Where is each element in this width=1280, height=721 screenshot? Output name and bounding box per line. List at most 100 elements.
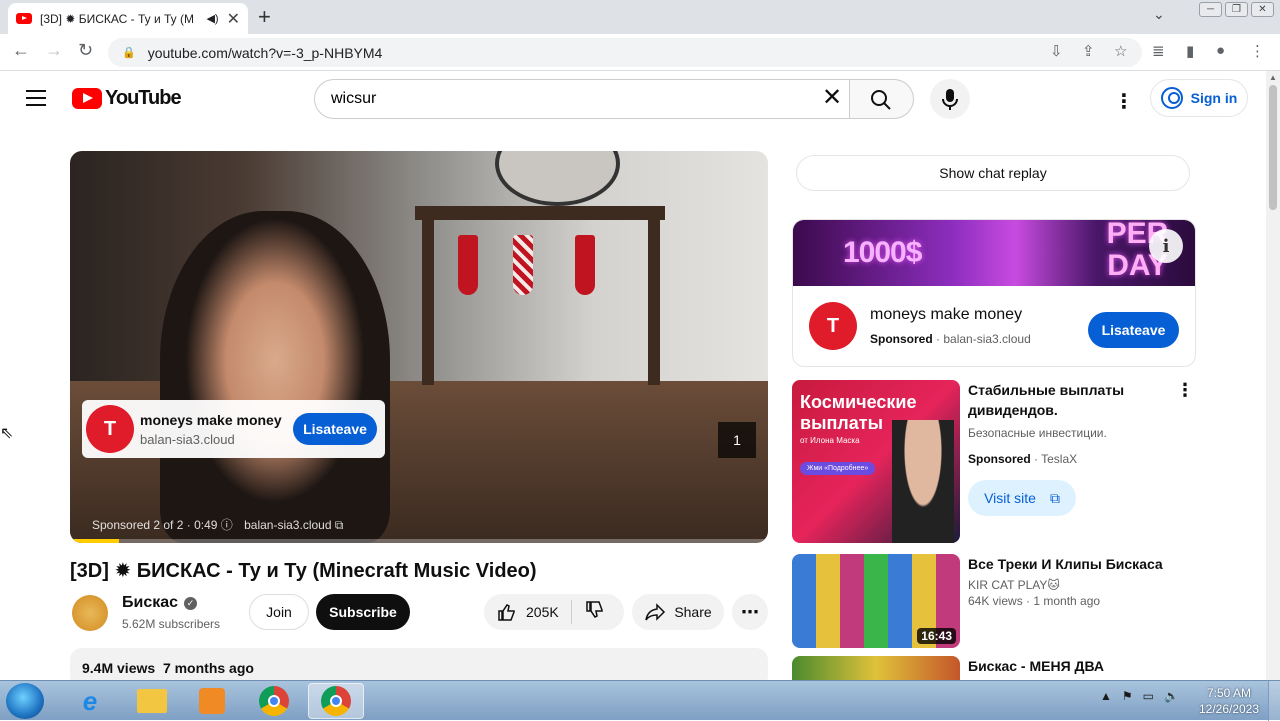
media-player-icon[interactable] <box>184 683 240 719</box>
item-kebab-icon[interactable]: ⋮ <box>1176 380 1194 401</box>
browser-menu-icon[interactable]: ⋮ <box>1250 42 1265 60</box>
media-queue-icon[interactable]: ≣ <box>1152 42 1165 60</box>
video-thumbnail[interactable]: 16:43 <box>792 554 960 648</box>
browser-toolbar: ← → ↻ 🔒 youtube.com/watch?v=-3_p-NHBYM4 … <box>0 34 1280 71</box>
sidebar-ad[interactable]: 1000$ PER DAY i T moneys make money Spon… <box>792 219 1196 367</box>
ad-banner-image[interactable]: 1000$ PER DAY i <box>793 220 1195 286</box>
tray-expand-icon[interactable]: ▲ <box>1100 689 1112 703</box>
video-title: [3D] ✹ БИСКАС - Ту и Ту (Minecraft Music… <box>70 560 537 582</box>
thumbs-down-icon <box>586 600 603 618</box>
show-desktop-button[interactable] <box>1268 681 1280 721</box>
search-icon <box>871 90 891 110</box>
join-button[interactable]: Join <box>249 594 309 630</box>
minimize-button[interactable]: ─ <box>1199 2 1222 17</box>
subscribe-button[interactable]: Subscribe <box>316 594 410 630</box>
tesla-logo-icon: T <box>809 302 857 350</box>
ad-info-icon[interactable]: i <box>1149 229 1183 263</box>
video-frame-table <box>415 206 665 220</box>
sidebar-ad-title: moneys make money <box>870 306 1023 323</box>
internet-explorer-icon[interactable]: e <box>62 683 118 719</box>
chrome-icon[interactable] <box>246 683 302 719</box>
sidebar-ad-meta: Sponsored · balan-sia3.cloud <box>870 332 1031 346</box>
chrome-active-icon[interactable] <box>308 683 364 719</box>
volume-icon[interactable]: 🔈 <box>1164 689 1179 703</box>
install-icon[interactable]: ⇩ <box>1050 42 1063 60</box>
like-dislike-group: 205K <box>484 594 624 630</box>
more-actions-button[interactable]: ⋯ <box>732 594 768 630</box>
url-text: youtube.com/watch?v=-3_p-NHBYM4 <box>147 44 383 61</box>
youtube-favicon-icon <box>16 13 32 24</box>
voice-search-button[interactable] <box>930 79 970 119</box>
profile-icon[interactable]: ● <box>1216 42 1225 59</box>
share-arrow-icon <box>645 603 666 621</box>
page-scrollbar[interactable]: ▲ <box>1266 71 1280 680</box>
new-tab-button[interactable]: + <box>258 4 271 30</box>
restore-button[interactable]: ❐ <box>1225 2 1248 17</box>
search-input[interactable] <box>331 90 811 108</box>
video-frame-person <box>160 211 390 543</box>
video-duration: 16:43 <box>917 628 956 644</box>
like-button[interactable]: 205K <box>484 600 572 624</box>
visit-site-button[interactable]: Visit site ⧉ <box>968 480 1076 516</box>
start-button[interactable] <box>6 683 44 719</box>
sponsored-thumbnail[interactable]: Космические выплаты от Илона Маска Жми «П… <box>792 380 960 543</box>
search-button[interactable] <box>850 79 914 119</box>
lock-icon[interactable]: 🔒 <box>122 46 136 59</box>
ad-progress-fill <box>70 539 119 543</box>
sponsored-title: Стабильные выплаты дивидендов. <box>968 382 1125 418</box>
tesla-logo-icon: T <box>86 405 134 453</box>
channel-avatar[interactable] <box>72 595 108 631</box>
related-channel[interactable]: KIR CAT PLAY🐱 <box>968 578 1178 592</box>
windows-taskbar: e ▲ ⚑ ▭ 🔈 7:50 AM 12/26/2023 <box>0 680 1280 721</box>
reload-icon[interactable]: ↻ <box>78 40 93 61</box>
address-bar[interactable]: 🔒 youtube.com/watch?v=-3_p-NHBYM4 <box>108 38 1142 67</box>
ad-domain: balan-sia3.cloud <box>140 431 235 447</box>
video-frame-mirror <box>495 151 620 206</box>
view-count: 9.4M views <box>82 660 156 676</box>
related-meta: 64K views · 1 month ago <box>968 594 1101 608</box>
info-icon[interactable]: ⓘ <box>221 518 236 532</box>
upload-age: 7 months ago <box>162 660 254 676</box>
thumbs-up-icon <box>498 604 515 621</box>
close-window-button[interactable]: ✕ <box>1251 2 1274 17</box>
share-button[interactable]: Share <box>632 594 724 630</box>
file-explorer-icon[interactable] <box>124 683 180 719</box>
browser-tab[interactable]: [3D] ✹ БИСКАС - Ту и Ту (M ◀) ✕ <box>8 3 248 34</box>
sign-in-button[interactable]: Sign in <box>1150 79 1248 117</box>
verified-check-icon: ✓ <box>184 597 198 610</box>
tab-search-chevron-icon[interactable]: ⌄ <box>1153 6 1165 23</box>
tab-title: [3D] ✹ БИСКАС - Ту и Ту (M <box>40 11 194 26</box>
share-page-icon[interactable]: ⇪ <box>1082 42 1095 60</box>
speaker-icon[interactable]: ◀) <box>206 12 218 25</box>
scroll-up-icon[interactable]: ▲ <box>1269 73 1277 82</box>
clear-search-icon[interactable]: ✕ <box>822 85 842 111</box>
account-icon <box>1160 87 1183 109</box>
related-video[interactable]: Бискас - МЕНЯ ДВА <box>792 656 1196 680</box>
microphone-icon <box>942 89 958 110</box>
ad-learn-more-button[interactable]: Lisateave <box>293 413 377 445</box>
youtube-logo[interactable]: YouTube <box>72 87 182 110</box>
channel-name[interactable]: Бискас ✓ <box>122 594 198 612</box>
settings-kebab-icon[interactable]: ⋮ <box>1114 89 1134 114</box>
scrollbar-thumb[interactable] <box>1269 85 1277 210</box>
show-chat-replay-button[interactable]: Show chat replay <box>796 155 1190 191</box>
forward-arrow-icon[interactable]: → <box>45 40 63 61</box>
ad-info-domain[interactable]: balan-sia3.cloud <box>244 518 331 532</box>
youtube-play-icon <box>72 88 102 109</box>
bookmark-star-icon[interactable]: ☆ <box>1114 42 1127 60</box>
back-arrow-icon[interactable]: ← <box>12 40 30 61</box>
ad-progress-bar[interactable] <box>70 539 768 543</box>
video-player[interactable]: T moneys make money balan-sia3.cloud Lis… <box>70 151 768 543</box>
sidebar-ad-learn-more-button[interactable]: Lisateave <box>1088 312 1179 348</box>
player-ad-card[interactable]: T moneys make money balan-sia3.cloud Lis… <box>82 400 385 458</box>
dislike-button[interactable] <box>572 600 604 625</box>
taskbar-clock[interactable]: 7:50 AM 12/26/2023 <box>1196 685 1262 717</box>
close-tab-icon[interactable]: ✕ <box>227 9 240 29</box>
network-icon[interactable]: ▭ <box>1143 689 1154 703</box>
action-center-icon[interactable]: ⚑ <box>1122 689 1133 703</box>
video-thumbnail[interactable] <box>792 656 960 680</box>
side-panel-icon[interactable]: ▮ <box>1186 42 1194 60</box>
hamburger-menu-icon[interactable] <box>26 90 46 111</box>
related-video[interactable]: 16:43 Все Треки И Клипы Бискаса KIR CAT … <box>792 554 1196 648</box>
sidebar-sponsored-item[interactable]: Космические выплаты от Илона Маска Жми «П… <box>792 380 1196 544</box>
